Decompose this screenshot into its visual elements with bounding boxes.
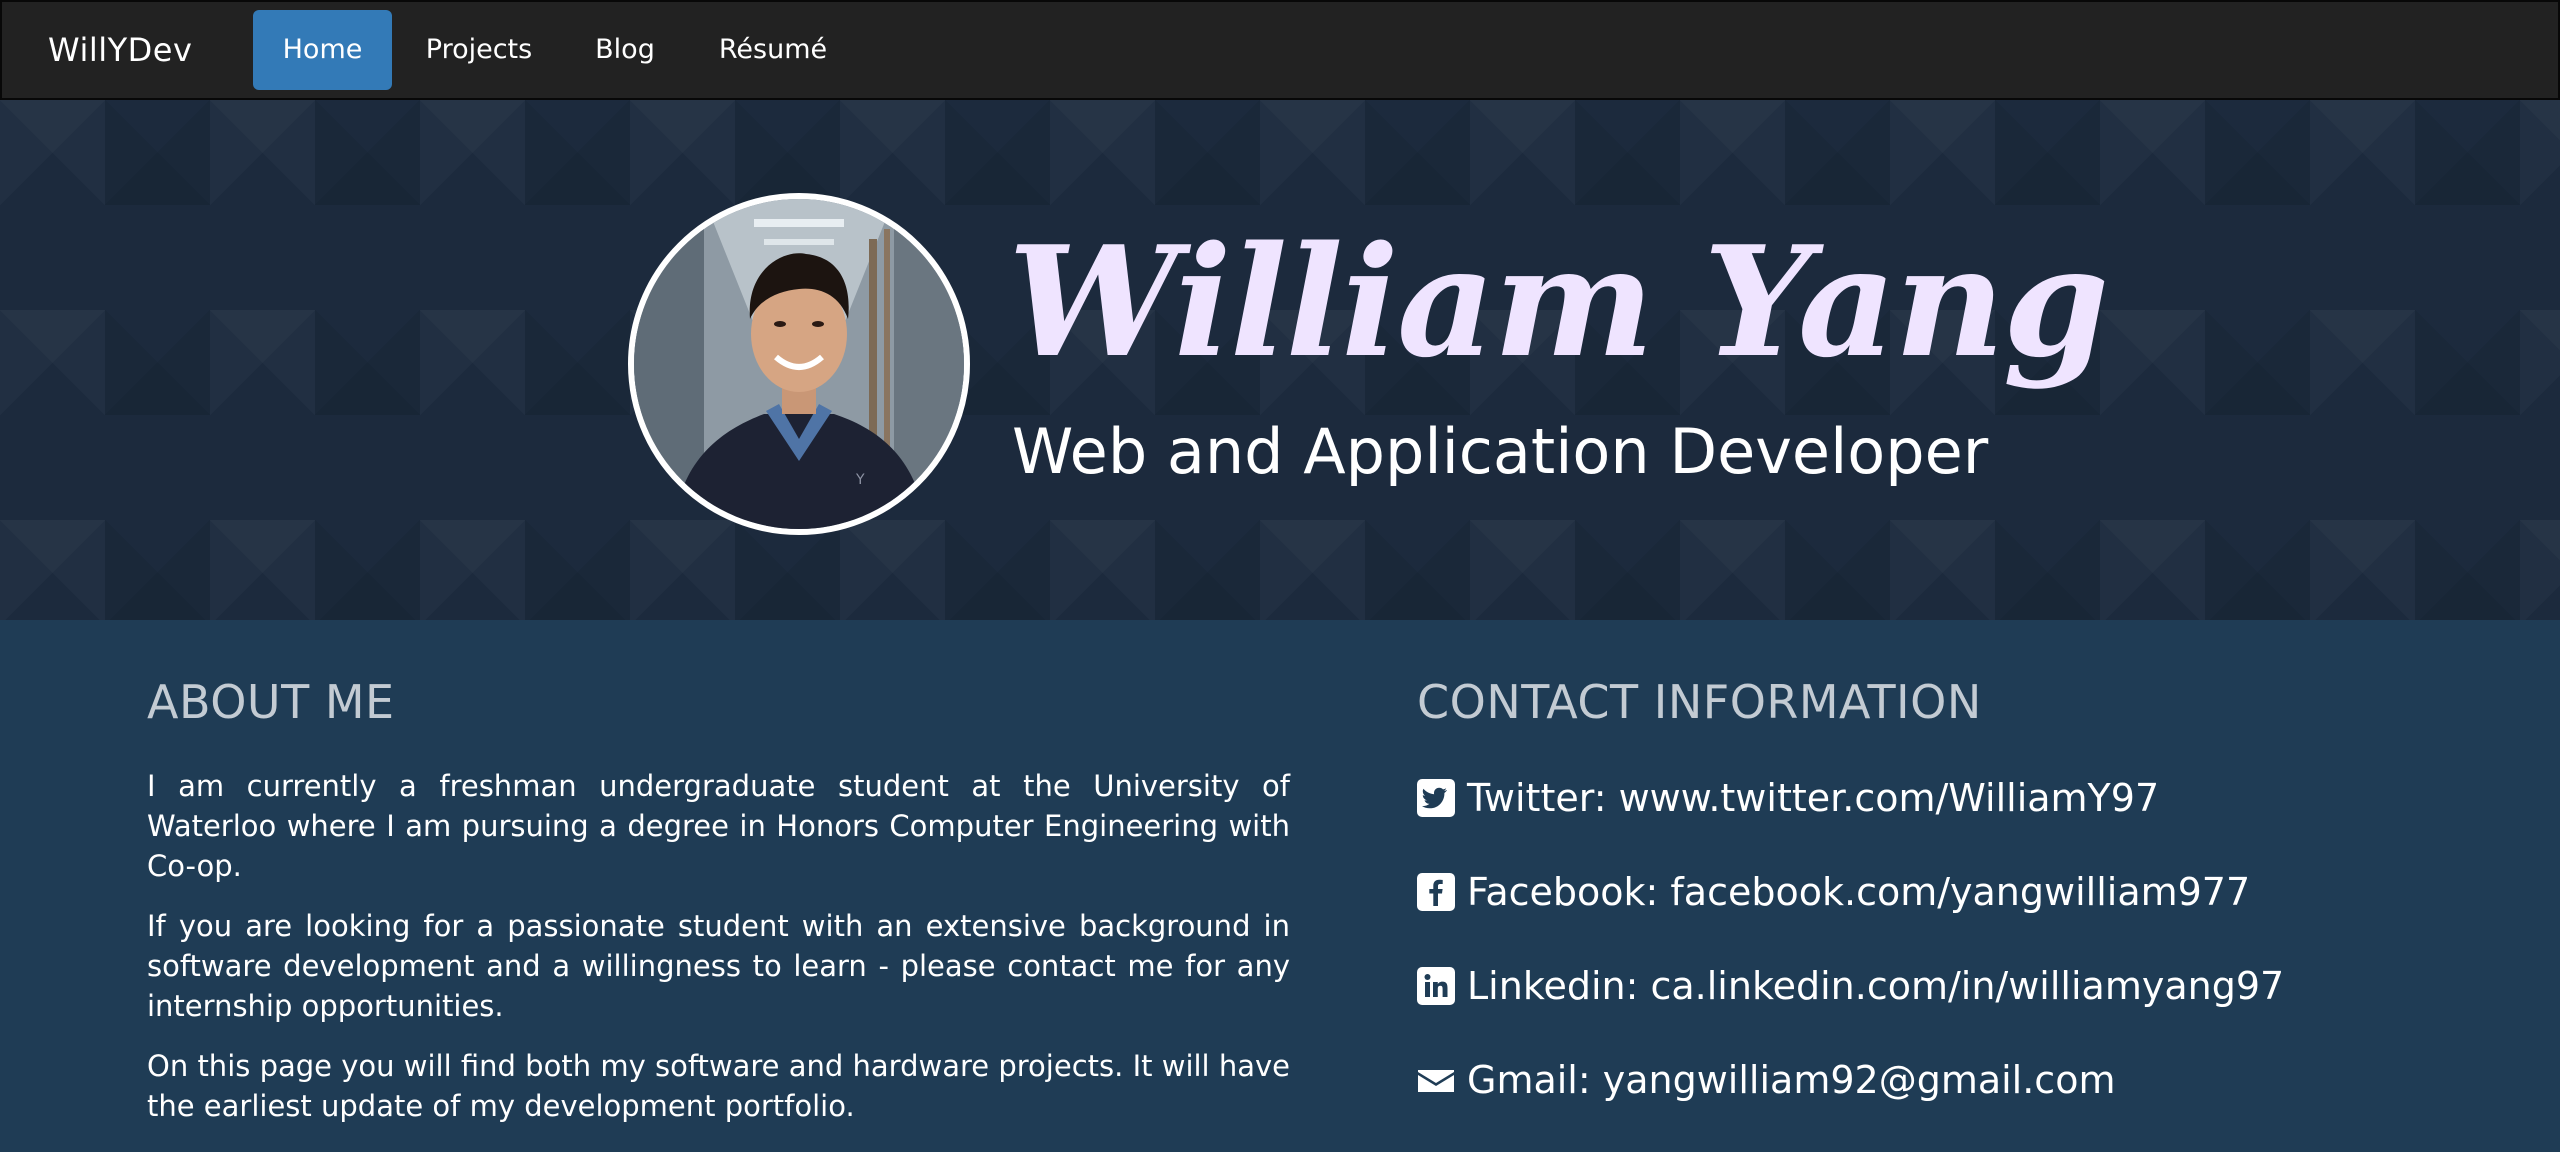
- about-paragraph: I am currently a freshman undergraduate …: [147, 769, 1290, 883]
- contact-linkedin-text: Linkedin: ca.linkedin.com/in/williamyang…: [1467, 964, 2285, 1008]
- contact-gmail[interactable]: Gmail: yangwilliam92@gmail.com: [1417, 1052, 2517, 1108]
- about-section: ABOUT ME I am currently a freshman under…: [147, 674, 1290, 1146]
- contact-facebook[interactable]: Facebook: facebook.com/yangwilliam977: [1417, 864, 2517, 920]
- avatar: Y: [628, 193, 970, 535]
- contact-facebook-text: Facebook: facebook.com/yangwilliam977: [1467, 870, 2251, 914]
- twitter-icon: [1417, 779, 1455, 817]
- contact-section: CONTACT INFORMATION Twitter: www.twitter…: [1417, 674, 2517, 1146]
- brand-link[interactable]: WillYDev: [48, 2, 192, 98]
- contact-title: CONTACT INFORMATION: [1417, 675, 1982, 729]
- nav-projects[interactable]: Projects: [412, 10, 546, 90]
- hero-name: William Yang: [1008, 212, 2109, 391]
- about-paragraph: On this page you will find both my softw…: [147, 1049, 1290, 1123]
- contact-gmail-text: Gmail: yangwilliam92@gmail.com: [1467, 1058, 2116, 1102]
- nav-resume[interactable]: Résumé: [702, 10, 844, 90]
- hero-subtitle: Web and Application Developer: [1012, 415, 1989, 488]
- profile-photo-icon: Y: [634, 199, 964, 529]
- contact-twitter-text: Twitter: www.twitter.com/WilliamY97: [1467, 776, 2160, 820]
- svg-text:Y: Y: [855, 472, 865, 488]
- about-title: ABOUT ME: [147, 675, 395, 729]
- contact-linkedin[interactable]: Linkedin: ca.linkedin.com/in/williamyang…: [1417, 958, 2517, 1014]
- contact-list: Twitter: www.twitter.com/WilliamY97 Face…: [1417, 770, 2517, 1108]
- nav-home[interactable]: Home: [253, 10, 392, 90]
- hero-banner: Y William Yang Web and Application Devel…: [0, 100, 2560, 620]
- facebook-icon: [1417, 873, 1455, 911]
- top-navbar: WillYDev Home Projects Blog Résumé: [0, 0, 2560, 100]
- main-content: ABOUT ME I am currently a freshman under…: [0, 620, 2560, 1152]
- envelope-icon: [1417, 1061, 1455, 1099]
- linkedin-icon: [1417, 967, 1455, 1005]
- about-paragraph: If you are looking for a passionate stud…: [147, 909, 1290, 1023]
- contact-twitter[interactable]: Twitter: www.twitter.com/WilliamY97: [1417, 770, 2517, 826]
- nav-blog[interactable]: Blog: [570, 10, 680, 90]
